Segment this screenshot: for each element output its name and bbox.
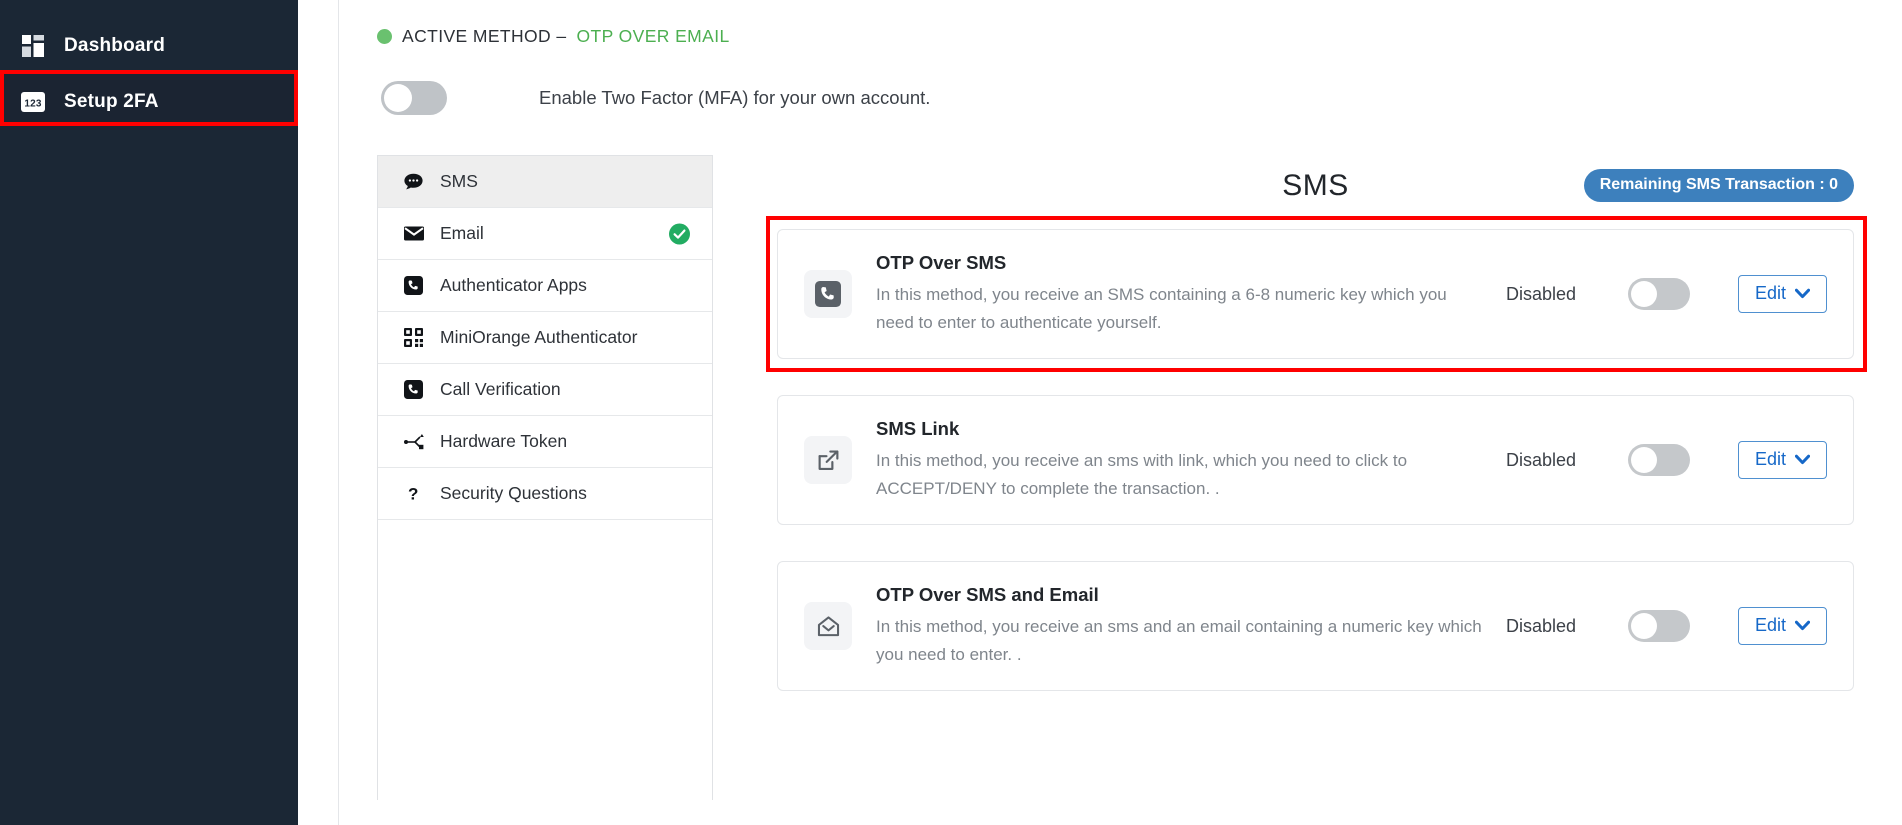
tab-label: MiniOrange Authenticator [440, 327, 638, 347]
app-root: Dashboard 123 Setup 2FA ACTIVE METHOD – … [0, 0, 1902, 825]
method-content: SMS Email Authenticator Apps MiniOrange … [377, 155, 1880, 800]
tab-label: Hardware Token [440, 431, 568, 451]
edit-button-label: Edit [1754, 283, 1786, 304]
edit-button-label: Edit [1754, 615, 1786, 636]
method-card-description: In this method, you receive an SMS conta… [876, 285, 1447, 332]
method-card-toggle[interactable] [1627, 610, 1690, 643]
method-card-otp-over-sms[interactable]: OTP Over SMS In this method, you receive… [766, 216, 1867, 373]
phone-square-icon [804, 270, 852, 319]
sidebar-item-label: Setup 2FA [64, 91, 159, 112]
main-content: ACTIVE METHOD – OTP OVER EMAIL Enable Tw… [298, 0, 1902, 825]
method-card-toggle[interactable] [1627, 444, 1690, 477]
phone-square-icon [404, 380, 430, 399]
method-card-title: OTP Over SMS [876, 252, 1007, 273]
method-card-list: OTP Over SMS In this method, you receive… [766, 216, 1867, 692]
method-card-toggle[interactable] [1627, 278, 1690, 311]
numeric-123-icon: 123 [20, 89, 46, 115]
method-card-title: SMS Link [876, 418, 960, 440]
tab-label: Security Questions [440, 483, 587, 503]
sidebar-item-label: Dashboard [64, 35, 166, 56]
status-dot-icon [377, 29, 392, 44]
method-card-description: In this method, you receive an sms with … [876, 451, 1408, 498]
method-card-text: OTP Over SMS In this method, you receive… [876, 252, 1506, 336]
panel-header: SMS Remaining SMS Transaction : 0 [777, 155, 1854, 217]
active-method-value: OTP OVER EMAIL [576, 26, 730, 46]
tab-miniorange-authenticator[interactable]: MiniOrange Authenticator [378, 312, 712, 364]
edit-button-label: Edit [1754, 449, 1786, 470]
tab-sms[interactable]: SMS [378, 156, 712, 208]
mfa-enable-row: Enable Two Factor (MFA) for your own acc… [377, 81, 1880, 115]
tab-label: Email [440, 223, 484, 243]
edit-button[interactable]: Edit [1737, 607, 1827, 646]
phone-square-icon [404, 276, 430, 295]
method-card-description: In this method, you receive an sms and a… [876, 617, 1482, 664]
tab-hardware-token[interactable]: Hardware Token [378, 416, 712, 468]
usb-token-icon [404, 433, 430, 450]
method-card-status: Disabled [1505, 449, 1577, 470]
tab-label: Authenticator Apps [440, 275, 587, 295]
mfa-enable-description: Enable Two Factor (MFA) for your own acc… [539, 87, 931, 108]
tab-active-check-icon [669, 223, 690, 244]
tab-label: Call Verification [440, 379, 561, 399]
tab-label: SMS [440, 171, 478, 191]
question-mark-icon: ? [404, 484, 430, 504]
mfa-enable-toggle[interactable] [381, 81, 447, 115]
sidebar: Dashboard 123 Setup 2FA [0, 0, 298, 825]
edit-button[interactable]: Edit [1737, 441, 1827, 480]
method-card-text: OTP Over SMS and Email In this method, y… [876, 584, 1506, 668]
active-method-label: ACTIVE METHOD – [402, 26, 567, 46]
chevron-down-icon [1795, 620, 1810, 631]
external-link-icon [804, 436, 852, 485]
svg-text:123: 123 [24, 99, 42, 110]
method-card-otp-over-sms-and-email[interactable]: OTP Over SMS and Email In this method, y… [777, 561, 1854, 692]
page-title: SMS [1282, 169, 1349, 202]
chevron-down-icon [1795, 288, 1810, 299]
method-card-status: Disabled [1505, 283, 1577, 304]
tab-security-questions[interactable]: ? Security Questions [378, 468, 712, 520]
sidebar-item-dashboard[interactable]: Dashboard [0, 18, 298, 74]
tab-call-verification[interactable]: Call Verification [378, 364, 712, 416]
method-panel: SMS Remaining SMS Transaction : 0 OTP Ov… [713, 155, 1880, 800]
active-method-bar: ACTIVE METHOD – OTP OVER EMAIL [377, 0, 1880, 47]
remaining-sms-badge: Remaining SMS Transaction : 0 [1583, 169, 1854, 202]
method-card-sms-link[interactable]: SMS Link In this method, you receive an … [777, 395, 1854, 526]
method-tab-list: SMS Email Authenticator Apps MiniOrange … [377, 155, 713, 800]
svg-text:?: ? [408, 485, 418, 504]
chevron-down-icon [1795, 454, 1810, 465]
method-card-status: Disabled [1505, 615, 1577, 636]
dashboard-grid-icon [20, 33, 46, 59]
envelope-icon [404, 226, 430, 241]
chat-bubble-icon [404, 173, 430, 190]
edit-button[interactable]: Edit [1737, 275, 1827, 314]
sidebar-item-setup-2fa[interactable]: 123 Setup 2FA [0, 74, 298, 130]
method-card-text: SMS Link In this method, you receive an … [876, 418, 1506, 502]
open-envelope-icon [804, 602, 852, 651]
tab-authenticator-apps[interactable]: Authenticator Apps [378, 260, 712, 312]
qr-code-icon [404, 328, 430, 347]
tab-email[interactable]: Email [378, 208, 712, 260]
method-card-title: OTP Over SMS and Email [876, 584, 1099, 606]
